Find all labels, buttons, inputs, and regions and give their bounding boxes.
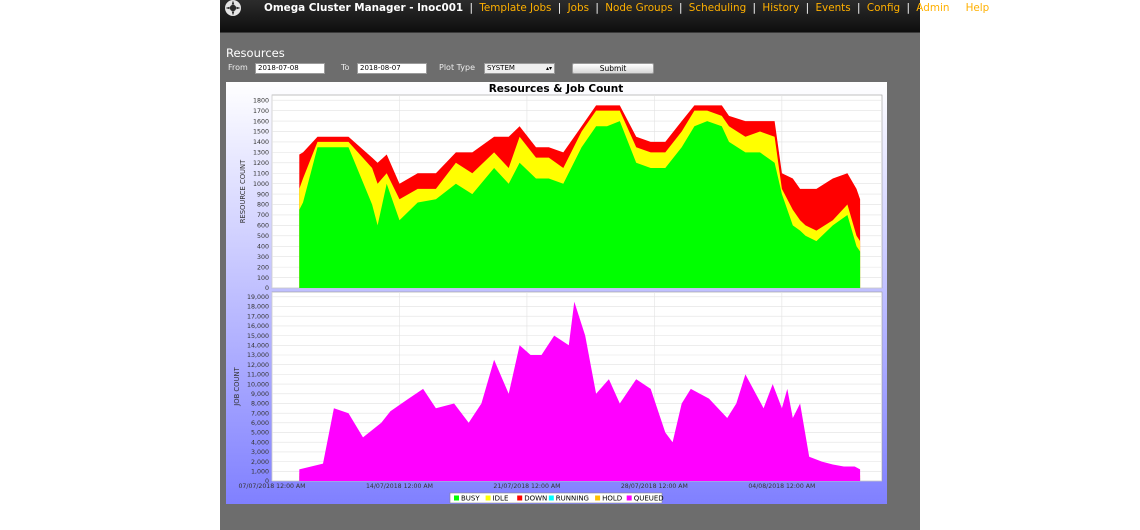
y-tick-label: 1700 <box>253 108 269 115</box>
y-tick-label: 15,000 <box>247 333 269 340</box>
nav-events[interactable]: Events <box>815 2 850 14</box>
y-tick-label: 9,000 <box>251 391 269 398</box>
y-tick-label: 10,000 <box>247 381 269 388</box>
plot-type-label: Plot Type <box>439 63 475 72</box>
nav-template-jobs[interactable]: Template Jobs <box>479 2 551 14</box>
y-tick-label: 19,000 <box>247 294 269 301</box>
plot-type-value: SYSTEM <box>487 64 515 72</box>
y-tick-label: 1600 <box>253 118 269 125</box>
y-tick-label: 7,000 <box>251 410 269 417</box>
y-tick-label: 2,000 <box>251 459 269 466</box>
y-tick-label: 200 <box>257 264 269 271</box>
y-tick-label: 1500 <box>253 129 269 136</box>
y-tick-label: 16,000 <box>247 323 269 330</box>
nav-menu: Omega Cluster Manager - lnoc001 | Templa… <box>264 2 1000 14</box>
resources-job-chart: Resources & Job Count 0 100 200 300 400 500 60… <box>226 82 887 504</box>
x-tick-label: 21/07/2018 12:00 AM <box>493 483 560 490</box>
legend-swatch-down <box>517 495 523 501</box>
plot-type-select[interactable]: SYSTEM ▴▾ <box>484 63 555 74</box>
legend-swatch-idle <box>485 495 491 501</box>
y-tick-label: 900 <box>257 191 269 198</box>
y-tick-label: 8,000 <box>251 401 269 408</box>
y-tick-label: 1400 <box>253 139 269 146</box>
y-tick-label: 100 <box>257 275 269 282</box>
y-axis-label: JOB COUNT <box>233 366 241 406</box>
page-title: Resources <box>226 46 285 60</box>
y-tick-label: 1000 <box>253 181 269 188</box>
y-tick-label: 17,000 <box>247 313 269 320</box>
x-tick-label: 28/07/2018 12:00 AM <box>621 483 688 490</box>
y-tick-label: 18,000 <box>247 304 269 311</box>
y-tick-label: 11,000 <box>247 372 269 379</box>
legend-label-busy: BUSY <box>461 495 480 503</box>
nav-config[interactable]: Config <box>867 2 900 14</box>
y-tick-label: 600 <box>257 223 269 230</box>
y-axis-label: RESOURCE COUNT <box>239 159 247 223</box>
x-tick-label: 04/08/2018 12:00 AM <box>748 483 815 490</box>
nav-node-groups[interactable]: Node Groups <box>605 2 672 14</box>
y-tick-label: 1,000 <box>251 469 269 476</box>
submit-button[interactable]: Submit <box>572 63 654 74</box>
to-label: To <box>341 63 350 72</box>
y-tick-label: 700 <box>257 212 269 219</box>
y-tick-label: 1100 <box>253 170 269 177</box>
y-tick-label: 3,000 <box>251 449 269 456</box>
legend-swatch-hold <box>595 495 601 501</box>
y-tick-label: 14,000 <box>247 343 269 350</box>
y-tick-label: 300 <box>257 254 269 261</box>
y-tick-label: 4,000 <box>251 439 269 446</box>
app-window: Omega Cluster Manager - lnoc001 | Templa… <box>220 0 999 530</box>
y-tick-label: 12,000 <box>247 362 269 369</box>
legend-label-hold: HOLD <box>602 495 622 503</box>
y-tick-label: 13,000 <box>247 352 269 359</box>
legend-label-down: DOWN <box>524 495 547 503</box>
legend-label-idle: IDLE <box>493 495 509 503</box>
nav-jobs[interactable]: Jobs <box>568 2 589 14</box>
x-tick-label: 14/07/2018 12:00 AM <box>366 483 433 490</box>
legend-swatch-busy <box>454 495 459 501</box>
legend-swatch-running <box>548 495 554 501</box>
nav-scheduling[interactable]: Scheduling <box>689 2 746 14</box>
y-tick-label: 1200 <box>253 160 269 167</box>
y-tick-label: 1300 <box>253 150 269 157</box>
y-tick-label: 500 <box>257 233 269 240</box>
y-tick-label: 1800 <box>253 97 269 104</box>
nav-history[interactable]: History <box>762 2 799 14</box>
from-label: From <box>228 63 248 72</box>
y-tick-label: 800 <box>257 202 269 209</box>
y-tick-label: 0 <box>265 285 269 292</box>
nav-admin[interactable]: Admin <box>916 2 949 14</box>
nav-help[interactable]: Help <box>966 2 990 14</box>
y-tick-label: 400 <box>257 243 269 250</box>
resources-chart-panel: Resources & Job Count 0 100 200 300 400 500 60… <box>226 82 887 504</box>
top-navigation-bar: Omega Cluster Manager - lnoc001 | Templa… <box>220 0 999 33</box>
legend-label-queued: QUEUED <box>634 495 664 503</box>
x-tick-label: 07/07/2018 12:00 AM <box>239 483 306 490</box>
from-date-input[interactable]: 2018-07-08 <box>255 63 325 74</box>
chart-title: Resources & Job Count <box>489 83 624 95</box>
legend-swatch-queued <box>626 495 632 501</box>
select-arrows-icon: ▴▾ <box>545 65 552 72</box>
app-logo-icon <box>225 0 241 16</box>
legend-label-running: RUNNING <box>556 495 589 503</box>
app-title: Omega Cluster Manager - lnoc001 <box>264 2 464 14</box>
y-tick-label: 6,000 <box>251 420 269 427</box>
y-tick-label: 5,000 <box>251 430 269 437</box>
to-date-input[interactable]: 2018-08-07 <box>357 63 427 74</box>
